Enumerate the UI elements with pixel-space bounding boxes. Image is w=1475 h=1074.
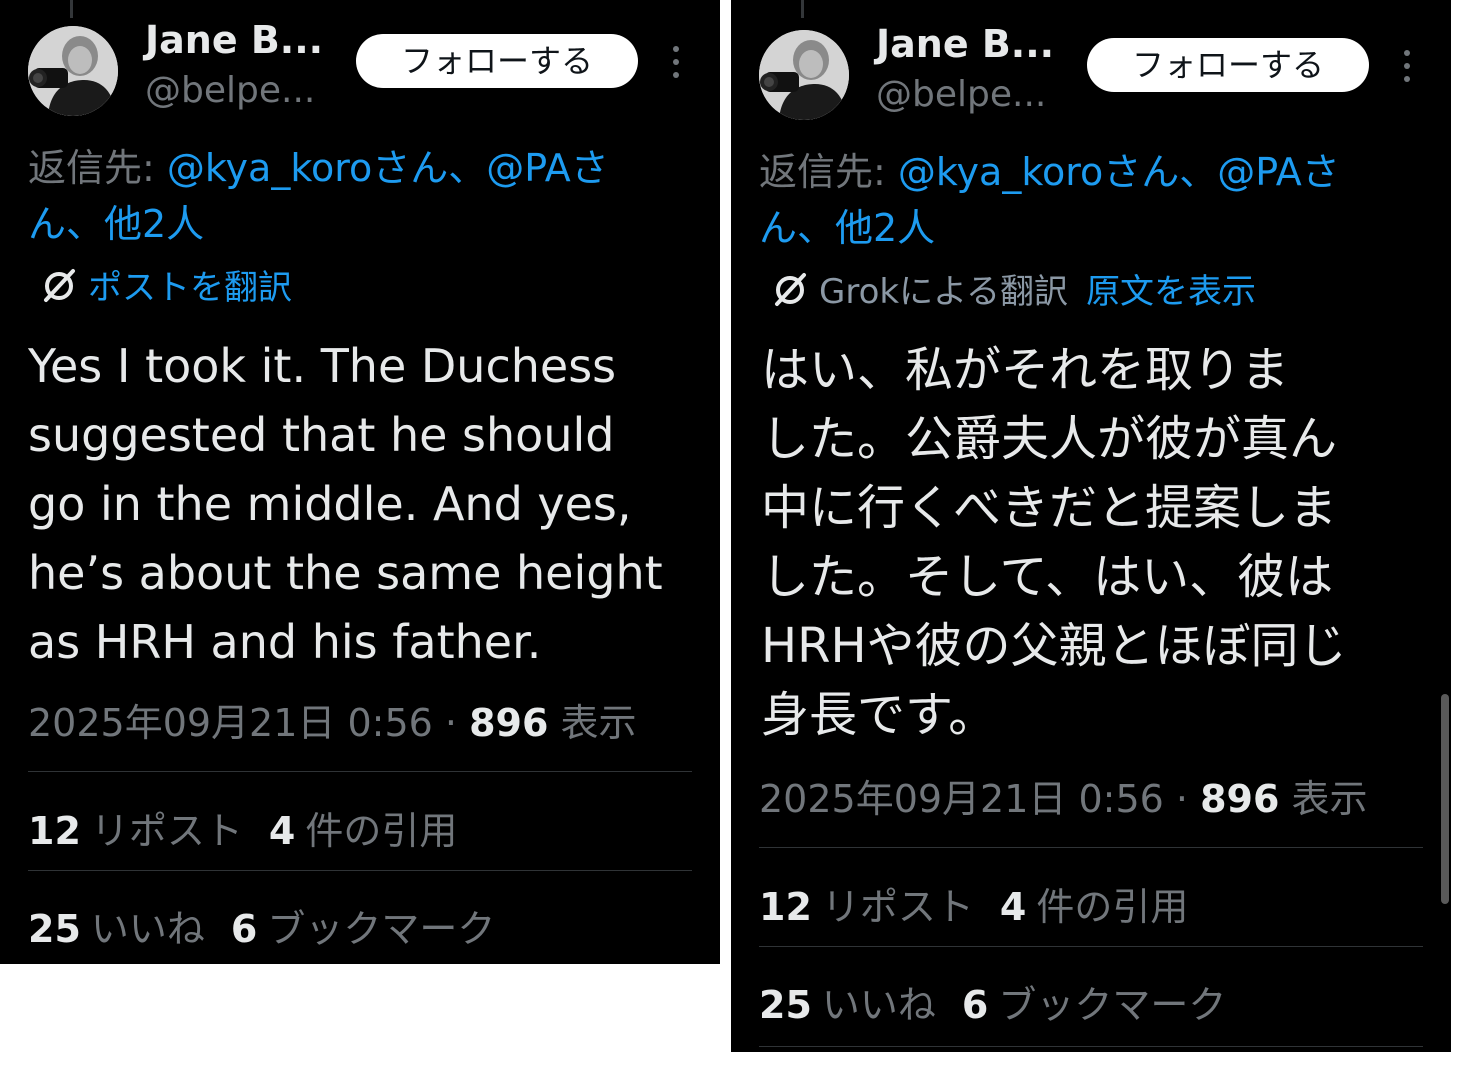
reposts-count: 12 xyxy=(28,809,81,853)
tweet-text-line: 中に行くべきだと提案しま xyxy=(761,480,1338,536)
user-handle[interactable]: @belpe... xyxy=(145,70,315,111)
user-name[interactable]: Jane B... xyxy=(876,22,1054,66)
tweet-text-line: as HRH and his father. xyxy=(28,615,542,669)
divider xyxy=(28,771,692,772)
reposts-stat[interactable]: 12 リポスト xyxy=(28,809,243,853)
views-count: 896 xyxy=(1200,777,1280,821)
timestamp-row: 2025年09月21日 0:56 · 896 表示 xyxy=(28,692,637,747)
scrollbar[interactable] xyxy=(1441,694,1449,904)
tweet-text-line: he’s about the same height xyxy=(28,546,663,600)
user-name[interactable]: Jane B... xyxy=(145,18,323,62)
quotes-count: 4 xyxy=(999,885,1027,929)
tweet-text-line: はい、私がそれを取りま xyxy=(761,342,1290,398)
reposts-label: リポスト xyxy=(90,809,243,853)
timestamp[interactable]: 2025年09月21日 0:56 · xyxy=(759,777,1200,821)
show-original-link[interactable]: 原文を表示 xyxy=(1086,272,1256,312)
likes-stat[interactable]: 25 いいね xyxy=(759,983,936,1027)
likes-stat[interactable]: 25 いいね xyxy=(28,907,205,951)
more-dots-icon[interactable] xyxy=(664,42,688,82)
divider xyxy=(759,946,1423,947)
tweet-text: はい、私がそれを取りま した。公爵夫人が彼が真ん 中に行くべきだと提案しま した… xyxy=(761,336,1411,750)
quotes-label: 件の引用 xyxy=(1036,885,1189,929)
bookmarks-count: 6 xyxy=(961,983,989,1027)
user-handle[interactable]: @belpe... xyxy=(876,74,1046,115)
grok-slash-icon xyxy=(775,273,806,306)
bookmarks-count: 6 xyxy=(230,907,258,951)
views-count: 896 xyxy=(469,701,549,745)
reply-others-link[interactable]: ん、他2人 xyxy=(759,206,935,250)
follow-button[interactable]: フォローする xyxy=(1087,38,1369,92)
translate-post-link[interactable]: ポストを翻訳 xyxy=(88,268,292,308)
grok-slash-icon xyxy=(44,269,75,302)
likes-count: 25 xyxy=(28,907,81,951)
avatar[interactable] xyxy=(759,30,849,120)
stats-row-reposts: 12 リポスト 4 件の引用 xyxy=(759,876,1214,931)
thread-line xyxy=(801,0,804,18)
divider xyxy=(28,870,692,871)
reposts-count: 12 xyxy=(759,885,812,929)
tweet-text-line: 身長です。 xyxy=(761,687,997,743)
quotes-count: 4 xyxy=(268,809,296,853)
tweet-panel-translated: Jane B... @belpe... フォローする 返信先: @kya_kor… xyxy=(731,0,1451,1052)
bookmarks-stat[interactable]: 6 ブックマーク xyxy=(231,907,495,951)
tweet-text-line: した。そして、はい、彼は xyxy=(761,549,1334,605)
follow-button[interactable]: フォローする xyxy=(356,34,638,88)
reply-to: 返信先: @kya_koroさん、@PAさ ん、他2人 xyxy=(759,144,1419,256)
grok-translation-label: Grokによる翻訳 xyxy=(819,272,1069,312)
quotes-label: 件の引用 xyxy=(305,809,458,853)
avatar-photo xyxy=(28,26,118,116)
reply-to-prefix: 返信先: xyxy=(759,150,898,194)
bookmarks-label: ブックマーク xyxy=(998,983,1227,1027)
thread-line xyxy=(70,0,73,18)
translate-row: Grokによる翻訳 原文を表示 xyxy=(771,268,1256,316)
reply-mention-link[interactable]: @kya_koroさん、@PAさ xyxy=(167,146,609,190)
reply-to: 返信先: @kya_koroさん、@PAさ ん、他2人 xyxy=(28,140,688,252)
quotes-stat[interactable]: 4 件の引用 xyxy=(269,809,457,853)
translate-row: ポストを翻訳 xyxy=(40,264,292,312)
tweet-text: Yes I took it. The Duchess suggested tha… xyxy=(28,332,698,677)
tweet-text-line: HRHや彼の父親とほぼ同じ xyxy=(761,618,1347,674)
timestamp-row: 2025年09月21日 0:56 · 896 表示 xyxy=(759,768,1368,823)
bookmarks-stat[interactable]: 6 ブックマーク xyxy=(962,983,1226,1027)
tweet-text-line: suggested that he should xyxy=(28,408,615,462)
tweet-text-line: go in the middle. And yes, xyxy=(28,477,632,531)
likes-label: いいね xyxy=(821,983,936,1027)
likes-count: 25 xyxy=(759,983,812,1027)
divider xyxy=(759,1046,1423,1047)
stats-row-likes: 25 いいね 6 ブックマーク xyxy=(28,898,521,953)
tweet-text-line: した。公爵夫人が彼が真ん xyxy=(761,411,1338,467)
reposts-stat[interactable]: 12 リポスト xyxy=(759,885,974,929)
quotes-stat[interactable]: 4 件の引用 xyxy=(1000,885,1188,929)
bookmarks-label: ブックマーク xyxy=(267,907,496,951)
tweet-text-line: Yes I took it. The Duchess xyxy=(28,339,617,393)
reposts-label: リポスト xyxy=(821,885,974,929)
avatar-photo xyxy=(759,30,849,120)
stats-row-reposts: 12 リポスト 4 件の引用 xyxy=(28,800,483,855)
more-dots-icon[interactable] xyxy=(1395,46,1419,86)
reply-to-prefix: 返信先: xyxy=(28,146,167,190)
views-label: 表示 xyxy=(548,701,637,745)
reply-mention-link[interactable]: @kya_koroさん、@PAさ xyxy=(898,150,1340,194)
views-label: 表示 xyxy=(1279,777,1368,821)
stats-row-likes: 25 いいね 6 ブックマーク xyxy=(759,974,1252,1029)
timestamp[interactable]: 2025年09月21日 0:56 · xyxy=(28,701,469,745)
avatar[interactable] xyxy=(28,26,118,116)
divider xyxy=(759,847,1423,848)
reply-others-link[interactable]: ん、他2人 xyxy=(28,202,204,246)
tweet-panel-original: Jane B... @belpe... フォローする 返信先: @kya_kor… xyxy=(0,0,720,964)
likes-label: いいね xyxy=(90,907,205,951)
